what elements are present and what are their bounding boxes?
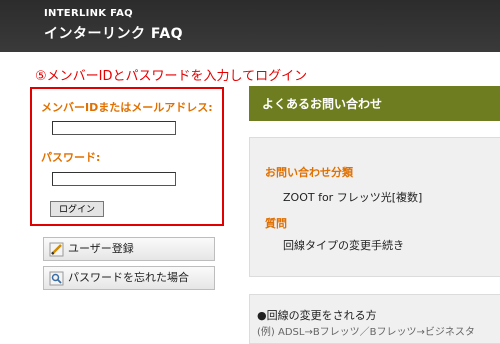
question-value: 回線タイプの変更手続き <box>283 239 404 252</box>
answer-line-1: ●回線の変更をされる方 <box>257 309 377 322</box>
member-id-input[interactable] <box>52 121 176 135</box>
user-register-label: ユーザー登録 <box>68 242 134 255</box>
member-id-label: メンバーIDまたはメールアドレス: <box>41 101 213 114</box>
login-form: メンバーIDまたはメールアドレス: パスワード: ログイン <box>30 87 224 226</box>
faq-panel-header: よくあるお問い合わせ <box>249 86 500 121</box>
brand-subtitle: INTERLINK FAQ <box>44 8 133 19</box>
category-value: ZOOT for フレッツ光[複数] <box>283 191 423 204</box>
faq-card[interactable]: お問い合わせ分類 ZOOT for フレッツ光[複数] 質問 回線タイプの変更手… <box>249 137 500 277</box>
user-register-button[interactable]: ユーザー登録 <box>43 237 215 261</box>
answer-line-2: (例) ADSL→Bフレッツ／Bフレッツ→ビジネスタ <box>257 327 475 338</box>
forgot-password-label: パスワードを忘れた場合 <box>68 271 189 284</box>
login-button[interactable]: ログイン <box>50 201 104 217</box>
forgot-password-button[interactable]: パスワードを忘れた場合 <box>43 266 215 290</box>
category-heading: お問い合わせ分類 <box>265 166 353 179</box>
faq-panel-title: よくあるお問い合わせ <box>262 97 383 111</box>
pencil-icon <box>49 242 64 257</box>
search-icon <box>49 271 64 286</box>
question-heading: 質問 <box>265 217 287 230</box>
password-label: パスワード: <box>41 151 101 164</box>
site-logo[interactable]: インターリンク FAQ <box>44 23 183 43</box>
password-input[interactable] <box>52 172 176 186</box>
instruction-annotation: ⑤メンバーIDとパスワードを入力してログイン <box>35 69 308 84</box>
site-header: INTERLINK FAQ インターリンク FAQ <box>0 0 500 52</box>
faq-answer-card: ●回線の変更をされる方 (例) ADSL→Bフレッツ／Bフレッツ→ビジネスタ <box>249 294 500 344</box>
